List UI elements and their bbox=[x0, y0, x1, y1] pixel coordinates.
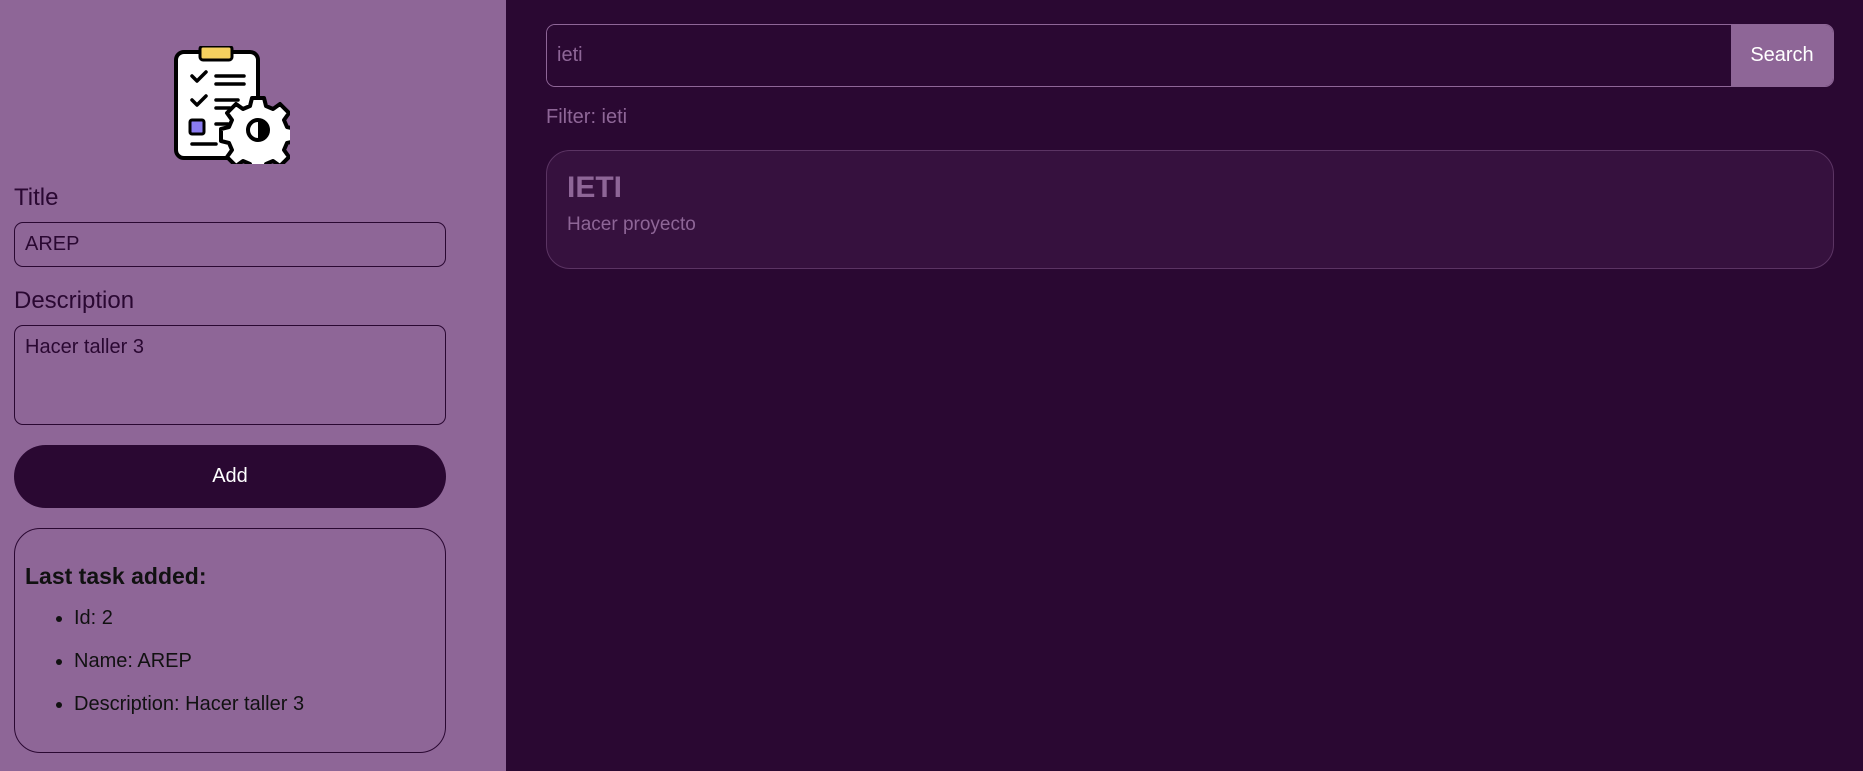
last-task-panel: Last task added: Id: 2 Name: AREP Descri… bbox=[14, 528, 446, 753]
last-task-details: Id: 2 Name: AREP Description: Hacer tall… bbox=[25, 607, 435, 715]
search-button[interactable]: Search bbox=[1731, 25, 1833, 86]
filter-label: Filter: ieti bbox=[546, 106, 628, 128]
description-label: Description bbox=[14, 287, 135, 314]
description-input[interactable]: Hacer taller 3 bbox=[14, 325, 446, 425]
last-task-heading: Last task added: bbox=[25, 563, 207, 589]
title-input[interactable] bbox=[14, 222, 446, 267]
search-input[interactable] bbox=[547, 25, 1731, 86]
add-button[interactable]: Add bbox=[14, 445, 446, 508]
title-label: Title bbox=[14, 184, 59, 211]
clipboard-settings-icon bbox=[172, 44, 297, 174]
task-card[interactable]: IETI Hacer proyecto bbox=[546, 150, 1834, 269]
search-bar: Search bbox=[546, 24, 1834, 87]
last-task-id: Id: 2 bbox=[74, 607, 435, 629]
app: Title Description Hacer taller 3 Add Las… bbox=[0, 0, 1863, 771]
last-task-description: Description: Hacer taller 3 bbox=[74, 693, 435, 715]
last-task-name: Name: AREP bbox=[74, 650, 435, 672]
task-title: IETI bbox=[567, 171, 623, 204]
main-panel: Search Filter: ieti IETI Hacer proyecto bbox=[506, 0, 1863, 771]
task-description: Hacer proyecto bbox=[567, 214, 696, 235]
sidebar: Title Description Hacer taller 3 Add Las… bbox=[0, 0, 506, 771]
